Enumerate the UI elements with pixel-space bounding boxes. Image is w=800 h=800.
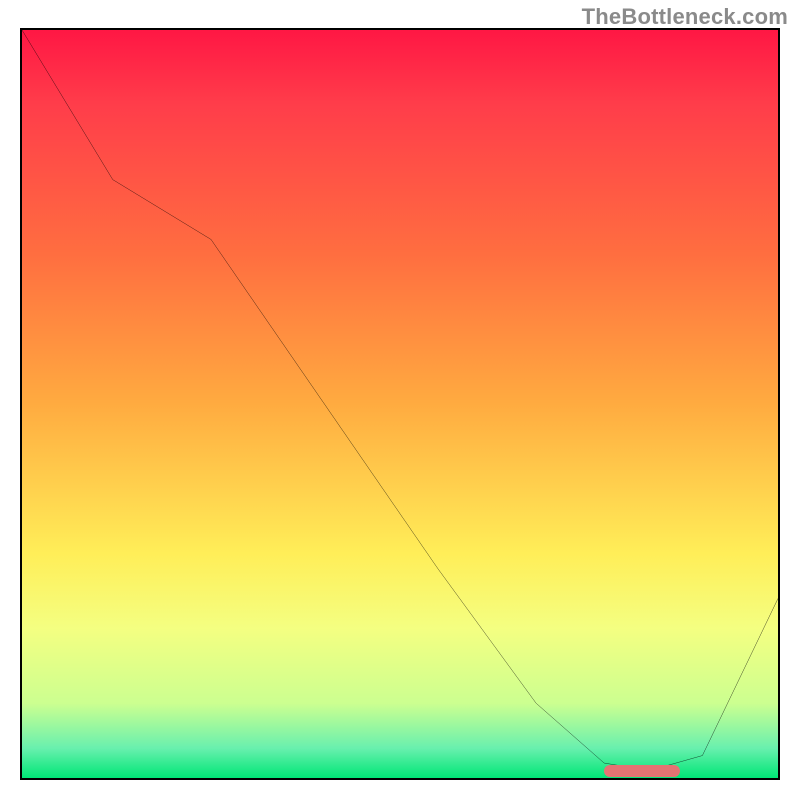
chart-plot-area	[20, 28, 780, 780]
bottleneck-curve	[22, 30, 778, 778]
optimal-range-marker	[604, 765, 680, 777]
watermark-text: TheBottleneck.com	[582, 4, 788, 30]
